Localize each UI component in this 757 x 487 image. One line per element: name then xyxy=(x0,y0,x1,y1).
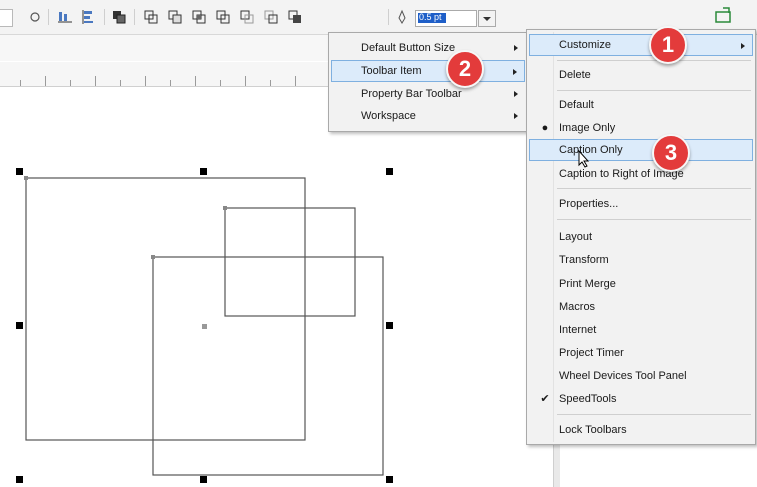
menu-item-label: Print Merge xyxy=(559,278,616,290)
rectangle-shape xyxy=(152,256,384,476)
outline-width-value: 0.5 pt xyxy=(419,12,442,22)
menu-item-label: SpeedTools xyxy=(559,393,617,405)
menu-item-workspace[interactable]: Workspace xyxy=(331,105,525,127)
trim-icon[interactable] xyxy=(166,8,184,26)
selection-handle[interactable] xyxy=(386,168,393,175)
menu-item-toolbar-item[interactable]: Toolbar Item xyxy=(331,60,525,82)
menu-item-label: Image Only xyxy=(559,122,616,134)
menu-item-macros[interactable]: Macros xyxy=(529,296,753,318)
submenu-arrow-icon xyxy=(514,45,518,51)
menu-item-print-merge[interactable]: Print Merge xyxy=(529,273,753,295)
pen-icon[interactable] xyxy=(393,8,411,26)
menu-item-speedtools[interactable]: ✔ SpeedTools xyxy=(529,388,753,410)
weld-icon[interactable] xyxy=(142,8,160,26)
menu-separator xyxy=(557,188,751,189)
menu-item-property-bar-toolbar[interactable]: Property Bar Toolbar xyxy=(331,83,525,105)
toolbar-separator xyxy=(134,9,135,25)
selection-handle[interactable] xyxy=(16,476,23,483)
menu-item-label: Caption Only xyxy=(559,144,623,156)
options-icon[interactable] xyxy=(713,6,731,24)
menu-item-label: Macros xyxy=(559,301,596,313)
menu-item-caption-to-right-of-image[interactable]: Caption to Right of Image xyxy=(529,163,753,185)
menu-item-caption-only[interactable]: Caption Only xyxy=(529,139,753,161)
toolbar-separator xyxy=(48,9,49,25)
menu-item-label: Layout xyxy=(559,231,593,243)
rectangle-shape xyxy=(224,207,356,317)
selection-handle[interactable] xyxy=(16,168,23,175)
menu-item-project-timer[interactable]: Project Timer xyxy=(529,342,753,364)
menu-item-lock-toolbars[interactable]: Lock Toolbars xyxy=(529,419,753,441)
selection-handle[interactable] xyxy=(16,322,23,329)
menu-item-label: Toolbar Item xyxy=(361,65,422,77)
align-icon[interactable] xyxy=(56,8,74,26)
toolbar-separator xyxy=(104,9,105,25)
back-minus-front-icon[interactable] xyxy=(262,8,280,26)
snap-icon[interactable] xyxy=(26,8,44,26)
menu-item-default[interactable]: Default xyxy=(529,94,753,116)
property-field-partial[interactable] xyxy=(0,9,13,27)
center-marker xyxy=(202,324,207,329)
arrange-icon[interactable] xyxy=(110,8,128,26)
mouse-cursor-icon xyxy=(578,150,590,168)
create-boundary-icon[interactable] xyxy=(286,8,304,26)
toolbar-separator xyxy=(388,9,389,25)
rectangle-shape xyxy=(25,177,306,441)
toolbar-context-menu: Customize Delete Default ● Image Only Ca… xyxy=(526,29,756,445)
menu-item-label: Wheel Devices Tool Panel xyxy=(559,370,687,382)
bullet-icon: ● xyxy=(541,122,549,134)
selection-handle[interactable] xyxy=(386,322,393,329)
callout-badge-2: 2 xyxy=(446,50,484,88)
menu-separator xyxy=(557,414,751,415)
callout-badge-3: 3 xyxy=(652,134,690,172)
submenu-arrow-icon xyxy=(514,91,518,97)
simplify-icon[interactable] xyxy=(214,8,232,26)
node-marker xyxy=(151,255,155,259)
selection-handle[interactable] xyxy=(200,476,207,483)
menu-item-label: Default Button Size xyxy=(361,42,456,54)
submenu-arrow-icon xyxy=(513,69,517,75)
menu-separator xyxy=(557,60,751,61)
menu-item-label: Properties... xyxy=(559,198,619,210)
menu-item-label: Property Bar Toolbar xyxy=(361,88,462,100)
menu-item-default-button-size[interactable]: Default Button Size xyxy=(331,37,525,59)
intersect-icon[interactable] xyxy=(190,8,208,26)
toolbar-options-submenu: Default Button Size Toolbar Item Propert… xyxy=(328,32,528,132)
node-marker xyxy=(24,176,28,180)
menu-item-internet[interactable]: Internet xyxy=(529,319,753,341)
menu-item-properties[interactable]: Properties... xyxy=(529,193,753,215)
menu-item-label: Lock Toolbars xyxy=(559,424,627,436)
menu-item-label: Project Timer xyxy=(559,347,624,359)
menu-item-delete[interactable]: Delete xyxy=(529,64,753,86)
menu-item-label: Default xyxy=(559,99,594,111)
callout-badge-1: 1 xyxy=(649,26,687,64)
selection-handle[interactable] xyxy=(386,476,393,483)
front-minus-back-icon[interactable] xyxy=(238,8,256,26)
menu-item-label: Transform xyxy=(559,254,609,266)
menu-item-layout[interactable]: Layout xyxy=(529,226,753,248)
submenu-arrow-icon xyxy=(741,43,745,49)
outline-width-field[interactable]: 0.5 pt xyxy=(415,10,477,27)
menu-separator xyxy=(557,219,751,220)
menu-item-image-only[interactable]: ● Image Only xyxy=(529,117,753,139)
menu-item-label: Internet xyxy=(559,324,597,336)
menu-item-wheel-devices-tool-panel[interactable]: Wheel Devices Tool Panel xyxy=(529,365,753,387)
outline-width-dropdown[interactable] xyxy=(478,10,496,27)
menu-item-label: Delete xyxy=(559,69,591,81)
menu-item-label: Customize xyxy=(559,39,611,51)
menu-item-transform[interactable]: Transform xyxy=(529,249,753,271)
selection-handle[interactable] xyxy=(200,168,207,175)
checkmark-icon: ✔ xyxy=(540,393,550,405)
distribute-icon[interactable] xyxy=(80,8,98,26)
submenu-arrow-icon xyxy=(514,113,518,119)
menu-item-label: Workspace xyxy=(361,110,416,122)
menu-separator xyxy=(557,90,751,91)
node-marker xyxy=(223,206,227,210)
menu-item-customize[interactable]: Customize xyxy=(529,34,753,56)
